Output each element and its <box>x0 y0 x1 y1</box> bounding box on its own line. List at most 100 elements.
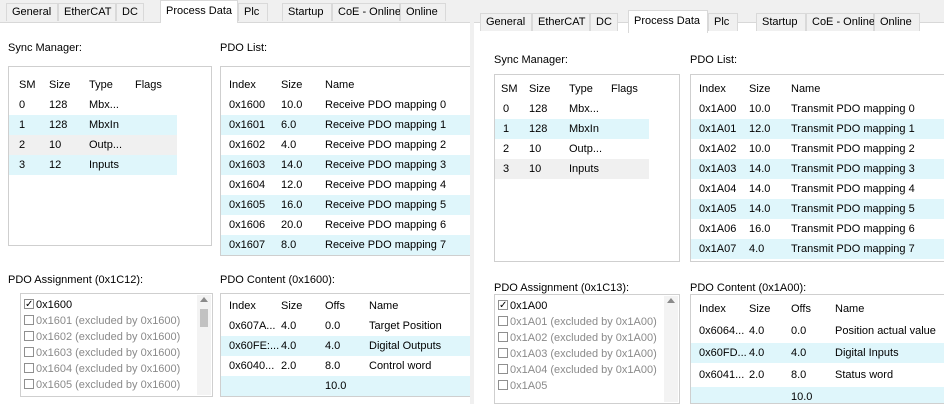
scrollbar[interactable] <box>664 296 678 402</box>
table-row[interactable]: 0x6041... 2.0 8.0 Status word <box>691 365 944 385</box>
tab-plc[interactable]: Plc <box>238 3 268 21</box>
tab-process-data[interactable]: Process Data <box>628 10 708 33</box>
checkbox[interactable] <box>498 332 508 342</box>
tab-process-data[interactable]: Process Data <box>160 0 238 23</box>
assignment-item[interactable]: 0x1604 (excluded by 0x1600) <box>24 361 180 377</box>
pdo-content-table[interactable]: Index Size Offs Name 0x607A... 4.0 0.0 Targ… <box>220 293 470 397</box>
table-row[interactable]: 0x1604 12.0 Receive PDO mapping 4 <box>221 175 470 195</box>
column-header[interactable]: Size <box>281 75 302 95</box>
column-header[interactable]: Flags <box>135 75 162 95</box>
column-header[interactable]: Size <box>749 299 770 319</box>
assignment-item[interactable]: 0x1603 (excluded by 0x1600) <box>24 345 180 361</box>
assignment-item[interactable]: 0x1A00 <box>498 298 547 314</box>
column-header[interactable]: SM <box>501 79 518 99</box>
table-row[interactable]: 0x1602 4.0 Receive PDO mapping 2 <box>221 135 470 155</box>
column-header[interactable]: Size <box>281 296 302 316</box>
table-row[interactable]: 0x1A02 10.0 Transmit PDO mapping 2 <box>691 139 944 159</box>
assignment-item[interactable]: 0x1601 (excluded by 0x1600) <box>24 313 180 329</box>
table-row[interactable]: 0x607A... 4.0 0.0 Target Position <box>221 316 470 336</box>
tab-coe-online[interactable]: CoE - Online <box>332 3 401 21</box>
table-row[interactable]: 10.0 <box>691 387 944 403</box>
assignment-item[interactable]: 0x1A02 (excluded by 0x1A00) <box>498 330 657 346</box>
table-row[interactable]: 0 128 Mbx... <box>9 95 171 115</box>
pdo-assignment-list[interactable]: 0x1600 0x1601 (excluded by 0x1600) 0x1602 … <box>20 293 213 397</box>
table-row[interactable]: 0x1607 8.0 Receive PDO mapping 7 <box>221 235 470 255</box>
assignment-item[interactable]: 0x1A04 (excluded by 0x1A00) <box>498 362 657 378</box>
table-row[interactable]: 3 12 Inputs <box>9 155 177 175</box>
table-row[interactable]: 0x60FE:... 4.0 4.0 Digital Outputs <box>221 336 470 356</box>
table-row[interactable]: 0x1606 20.0 Receive PDO mapping 6 <box>221 215 470 235</box>
column-header[interactable]: Name <box>791 79 820 99</box>
column-header[interactable]: Index <box>699 299 726 319</box>
tab-ethercat[interactable]: EtherCAT <box>532 13 590 31</box>
checkbox[interactable] <box>24 297 34 313</box>
checkbox[interactable] <box>24 315 34 325</box>
column-header[interactable]: Type <box>89 75 113 95</box>
sync-manager-table[interactable]: SM Size Type Flags 0 128 Mbx... 1 128 Mb… <box>8 66 212 246</box>
checkbox[interactable] <box>498 316 508 326</box>
tab-online[interactable]: Online <box>400 3 446 21</box>
table-row[interactable]: 1 128 MbxIn <box>9 115 177 135</box>
sync-manager-table[interactable]: SM Size Type Flags 0 128 Mbx... 1 128 Mb… <box>494 74 680 262</box>
column-header[interactable]: Size <box>749 79 770 99</box>
column-header[interactable]: Size <box>529 79 550 99</box>
table-row[interactable]: 0x1601 6.0 Receive PDO mapping 1 <box>221 115 470 135</box>
table-row[interactable]: 1 128 MbxIn <box>495 119 649 139</box>
pdo-list-table[interactable]: Index Size Name 0x1600 10.0 Receive PDO ma… <box>220 66 470 256</box>
assignment-item[interactable]: 0x1600 <box>24 297 72 313</box>
table-row[interactable]: 0x1A06 16.0 Transmit PDO mapping 6 <box>691 219 944 239</box>
column-header[interactable]: SM <box>19 75 36 95</box>
column-header[interactable]: Name <box>325 75 354 95</box>
checkbox[interactable] <box>24 331 34 341</box>
column-header[interactable]: Index <box>229 296 256 316</box>
assignment-item[interactable]: 0x1A05 <box>498 378 547 394</box>
tab-startup[interactable]: Startup <box>282 3 332 21</box>
tab-ethercat[interactable]: EtherCAT <box>58 3 116 21</box>
column-header[interactable]: Offs <box>325 296 345 316</box>
table-row-selected[interactable]: 3 10 Inputs <box>495 159 649 179</box>
column-header[interactable]: Offs <box>791 299 811 319</box>
tab-online[interactable]: Online <box>874 13 920 31</box>
scroll-up-icon[interactable] <box>667 298 675 303</box>
table-row[interactable]: 0x1600 10.0 Receive PDO mapping 0 <box>221 95 470 115</box>
assignment-item[interactable]: 0x1A03 (excluded by 0x1A00) <box>498 346 657 362</box>
tab-startup[interactable]: Startup <box>756 13 806 31</box>
pdo-content-table[interactable]: Index Size Offs Name 0x6064... 4.0 0.0 Posi… <box>690 294 944 404</box>
column-header[interactable]: Name <box>835 299 864 319</box>
table-row-selected[interactable]: 2 10 Outp... <box>9 135 177 155</box>
column-header[interactable]: Index <box>229 75 256 95</box>
checkbox[interactable] <box>498 348 508 358</box>
scroll-thumb[interactable] <box>200 309 208 327</box>
pdo-assignment-list[interactable]: 0x1A00 0x1A01 (excluded by 0x1A00) 0x1A02 … <box>494 294 680 404</box>
checkbox[interactable] <box>24 363 34 373</box>
column-header[interactable]: Index <box>699 79 726 99</box>
table-row[interactable]: 0x6064... 4.0 0.0 Position actual value <box>691 321 944 341</box>
table-row[interactable]: 0x1A07 4.0 Transmit PDO mapping 7 <box>691 239 944 259</box>
table-row[interactable]: 0x1A05 14.0 Transmit PDO mapping 5 <box>691 199 944 219</box>
table-row[interactable]: 0x6040... 2.0 8.0 Control word <box>221 356 470 376</box>
column-header[interactable]: Type <box>569 79 593 99</box>
tab-dc[interactable]: DC <box>116 3 144 21</box>
table-row[interactable]: 0x1603 14.0 Receive PDO mapping 3 <box>221 155 470 175</box>
checkbox[interactable] <box>24 347 34 357</box>
checkbox[interactable] <box>24 379 34 389</box>
checkbox[interactable] <box>498 364 508 374</box>
scroll-up-icon[interactable] <box>200 297 208 302</box>
table-row[interactable]: 0x60FD... 4.0 4.0 Digital Inputs <box>691 343 944 363</box>
column-header[interactable]: Name <box>369 296 398 316</box>
tab-coe-online[interactable]: CoE - Online <box>806 13 875 31</box>
tab-plc[interactable]: Plc <box>708 13 738 31</box>
table-row[interactable]: 0 128 Mbx... <box>495 99 649 119</box>
table-row[interactable]: 10.0 <box>221 376 470 396</box>
scrollbar[interactable] <box>197 295 211 395</box>
table-row[interactable]: 0x1A00 10.0 Transmit PDO mapping 0 <box>691 99 944 119</box>
tab-general[interactable]: General <box>480 13 532 31</box>
table-row[interactable]: 2 10 Outp... <box>495 139 649 159</box>
tab-general[interactable]: General <box>6 3 58 21</box>
assignment-item[interactable]: 0x1A01 (excluded by 0x1A00) <box>498 314 657 330</box>
checkbox[interactable] <box>498 298 508 314</box>
assignment-item[interactable]: 0x1605 (excluded by 0x1600) <box>24 377 180 393</box>
column-header[interactable]: Flags <box>611 79 638 99</box>
table-row[interactable]: 0x1605 16.0 Receive PDO mapping 5 <box>221 195 470 215</box>
tab-dc[interactable]: DC <box>590 13 618 31</box>
